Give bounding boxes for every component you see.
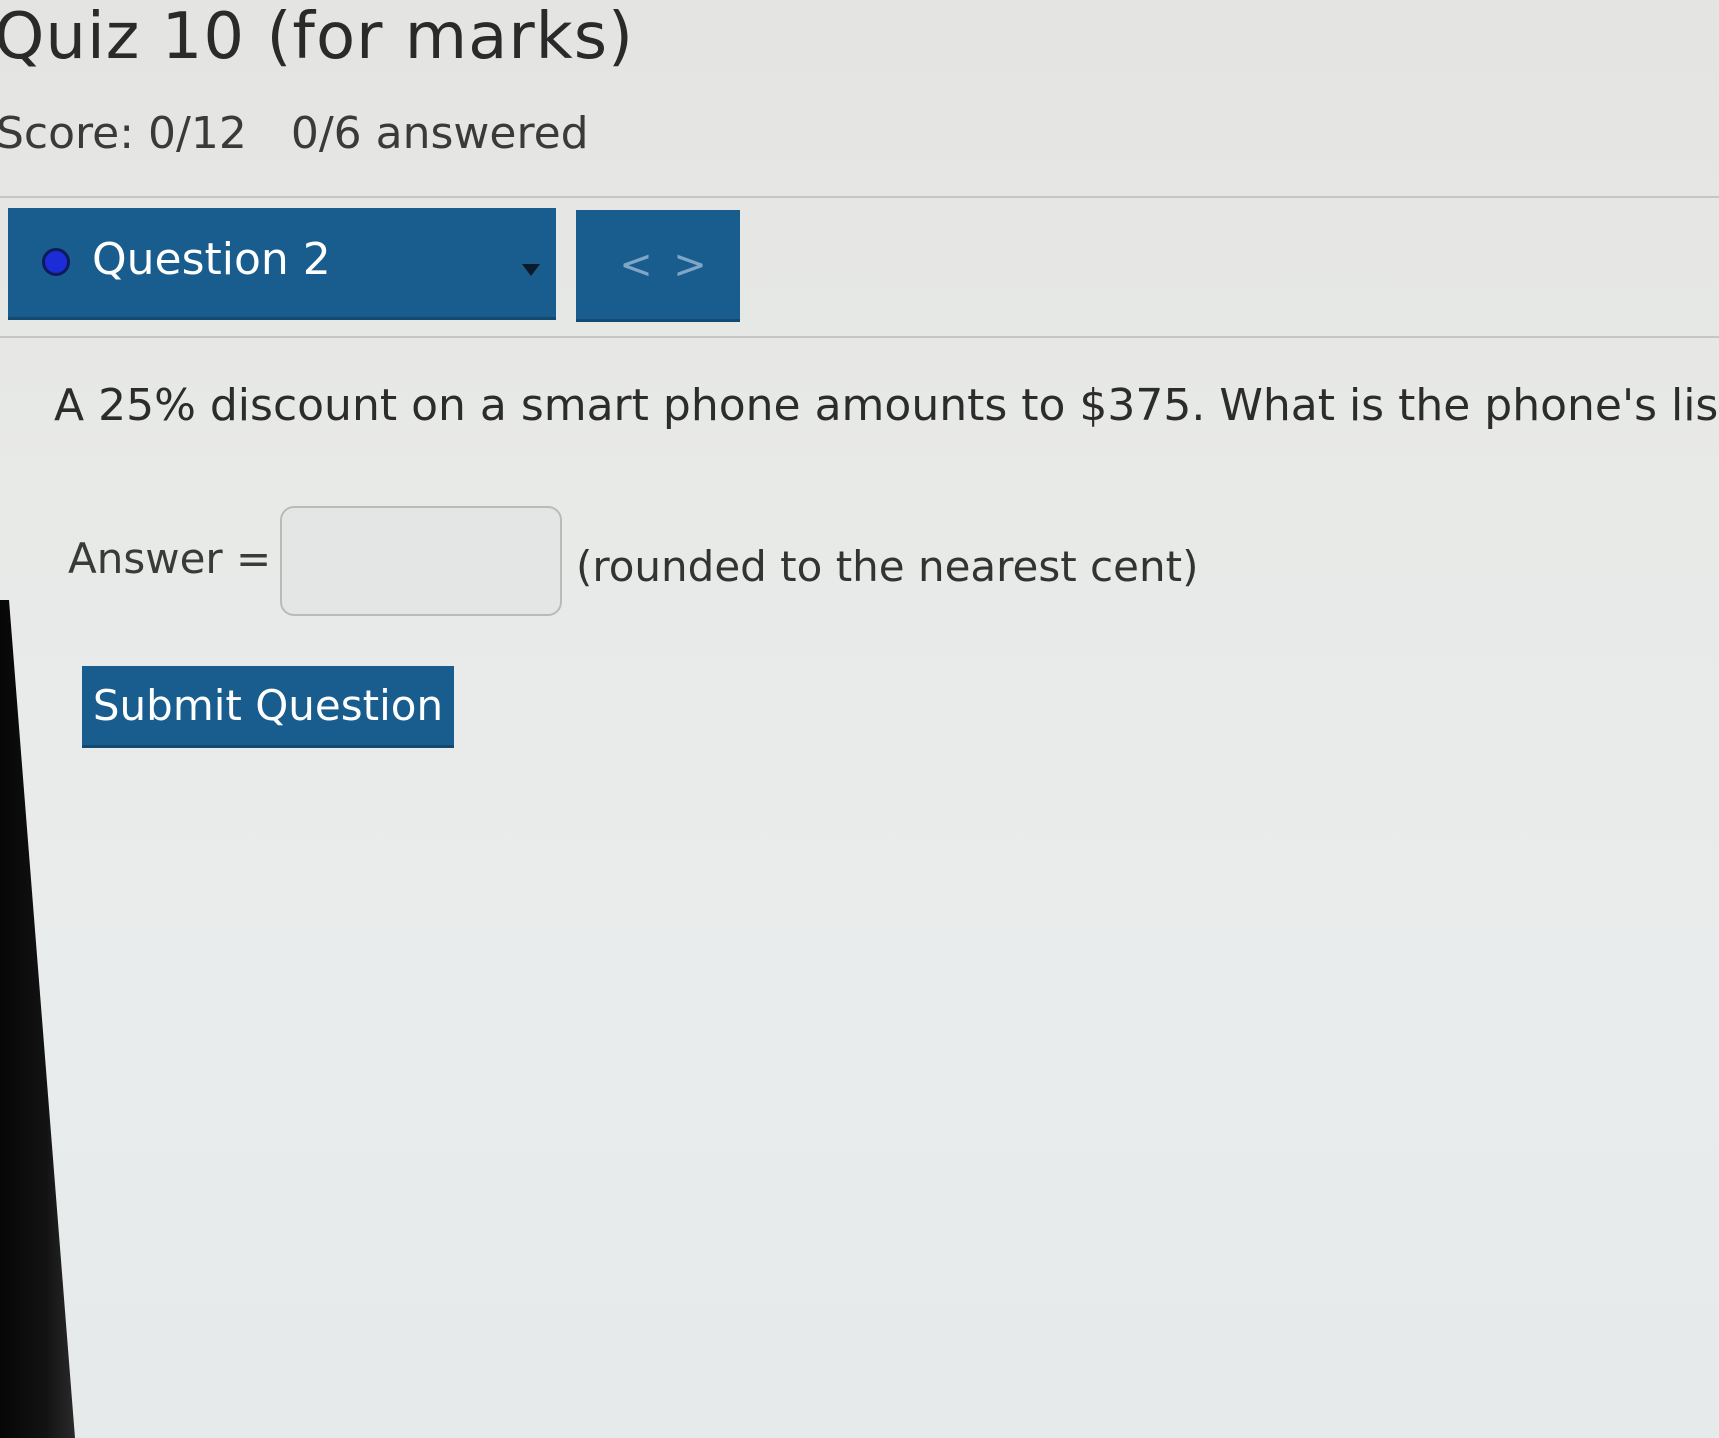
score-text: Score: 0/12	[0, 108, 247, 159]
submit-question-button[interactable]: Submit Question	[82, 666, 454, 748]
next-question-button[interactable]: >	[670, 240, 710, 290]
question-pager: < >	[576, 210, 740, 322]
caret-down-icon	[522, 264, 540, 276]
monitor-bezel	[0, 600, 75, 1438]
answered-count: 0/6 answered	[290, 108, 589, 159]
previous-question-button[interactable]: <	[616, 240, 656, 290]
answer-input[interactable]	[280, 506, 562, 616]
answer-label: Answer = $	[68, 534, 312, 583]
quiz-title: Quiz 10 (for marks)	[0, 0, 634, 74]
answer-row: Answer = $ (rounded to the nearest cent)	[68, 506, 1368, 618]
question-status-dot-icon	[42, 248, 70, 276]
answer-hint: (rounded to the nearest cent)	[576, 542, 1199, 591]
screen: Quiz 10 (for marks) Score: 0/12 0/6 answe…	[0, 0, 1719, 1438]
question-dropdown-label: Question 2	[92, 234, 331, 285]
divider-bottom	[0, 336, 1719, 338]
question-dropdown[interactable]: Question 2	[8, 208, 556, 320]
divider-top	[0, 196, 1719, 198]
score-summary: Score: 0/12 0/6 answered	[0, 108, 589, 159]
question-prompt: A 25% discount on a smart phone amounts …	[54, 380, 1719, 431]
